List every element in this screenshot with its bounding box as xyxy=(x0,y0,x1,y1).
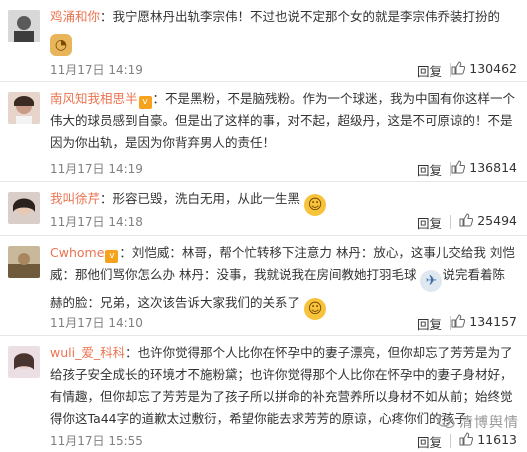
like-button[interactable]: 136814 xyxy=(451,160,517,175)
comment-text: ：形容已毁，洗白无用，从此一生黑 xyxy=(100,191,301,206)
comment-text: ：我宁愿林丹出轨李宗伟！不过也说不定那个女的就是李宗伟乔装打扮的 xyxy=(100,9,501,24)
comment-item: Cwhome v ：刘恺威：林哥，帮个忙转移下注意力 林丹：放心，这事儿交给我 刘恺… xyxy=(0,236,527,336)
reply-button[interactable]: 回复 xyxy=(417,61,442,80)
like-count: 130462 xyxy=(469,61,517,76)
username-link[interactable]: Cwhome xyxy=(50,245,104,260)
comment-time: 11月17日 14:19 xyxy=(50,63,143,77)
reply-button[interactable]: 回复 xyxy=(417,213,442,232)
comment-time: 11月17日 14:19 xyxy=(50,162,143,176)
comment-item: 鸡涌和你：我宁愿林丹出轨李宗伟！不过也说不定那个女的就是李宗伟乔装打扮的 ◔ 1… xyxy=(0,0,527,82)
like-button[interactable]: 134157 xyxy=(451,314,517,329)
badminton-icon: ✈ xyxy=(420,270,443,292)
avatar[interactable] xyxy=(8,192,40,224)
comment-item: wuli_爱_科科：也许你觉得那个人比你在怀孕中的妻子漂亮，但你却忘了芳芳是为了… xyxy=(0,336,527,452)
watermark-text: 清博舆情 xyxy=(459,415,519,431)
vip-badge-icon: v xyxy=(138,96,152,109)
like-count: 134157 xyxy=(469,314,517,329)
watermark: 清博舆情 xyxy=(437,412,519,432)
avatar[interactable] xyxy=(8,346,40,378)
comment-time: 11月17日 14:18 xyxy=(50,215,143,229)
reply-button[interactable]: 回复 xyxy=(417,314,442,333)
like-count: 11613 xyxy=(477,432,517,447)
thumbs-up-icon xyxy=(451,160,466,174)
doge-icon: ◔ xyxy=(50,34,72,56)
divider xyxy=(450,215,451,229)
reply-button[interactable]: 回复 xyxy=(417,432,442,451)
comment-feed: 鸡涌和你：我宁愿林丹出轨李宗伟！不过也说不定那个女的就是李宗伟乔装打扮的 ◔ 1… xyxy=(0,0,527,452)
reply-button[interactable]: 回复 xyxy=(417,160,442,179)
vip-badge-icon: v xyxy=(105,250,119,263)
username-link[interactable]: wuli_爱_科科 xyxy=(50,345,125,360)
like-count: 25494 xyxy=(477,213,517,228)
avatar[interactable] xyxy=(8,92,40,124)
like-button[interactable]: 25494 xyxy=(459,213,517,228)
divider xyxy=(450,434,451,448)
wechat-icon xyxy=(437,415,455,429)
thumbs-up-icon xyxy=(451,314,466,328)
username-link[interactable]: 鸡涌和你 xyxy=(50,9,100,24)
thumbs-up-icon xyxy=(459,432,474,446)
comment-item: 南风知我相思半 v ：不是黑粉，不是脑残粉。作为一个球迷，我为中国有你这样一个伟大的… xyxy=(0,82,527,182)
comment-item: 我叫徐芹：形容已毁，洗白无用，从此一生黑 ☺ 11月17日 14:18 回复 2… xyxy=(0,182,527,236)
avatar[interactable] xyxy=(8,246,40,278)
username-link[interactable]: 我叫徐芹 xyxy=(50,191,100,206)
avatar[interactable] xyxy=(8,10,40,42)
like-button[interactable]: 130462 xyxy=(451,61,517,76)
comment-time: 11月17日 15:55 xyxy=(50,434,143,448)
thumbs-up-icon xyxy=(459,213,474,227)
username-link[interactable]: 南风知我相思半 xyxy=(50,91,138,106)
comment-time: 11月17日 14:10 xyxy=(50,316,143,330)
thumbs-up-icon xyxy=(451,61,466,75)
like-button[interactable]: 11613 xyxy=(459,432,517,447)
like-count: 136814 xyxy=(469,160,517,175)
